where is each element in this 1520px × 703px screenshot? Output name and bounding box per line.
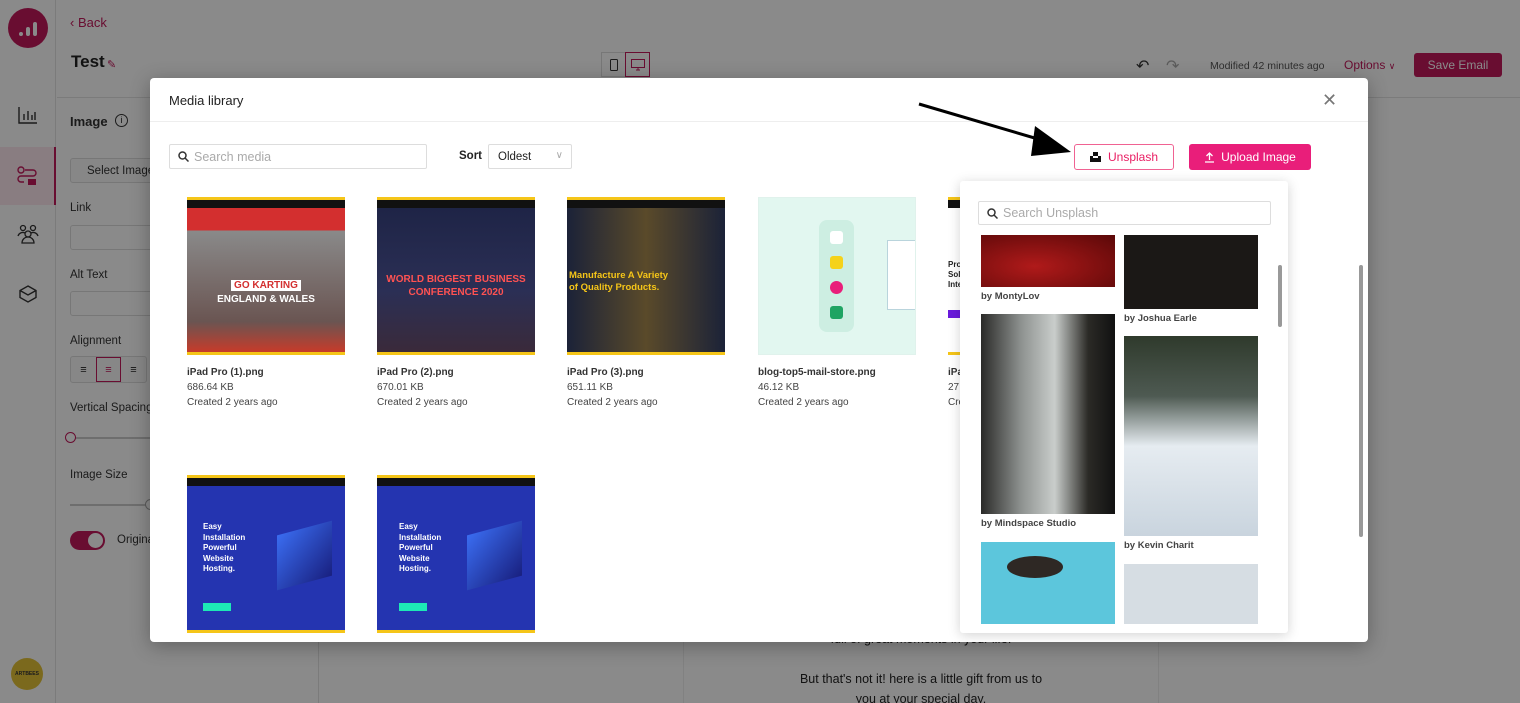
modal-divider bbox=[150, 121, 1368, 122]
sort-select[interactable]: Oldest ∨ bbox=[488, 144, 572, 169]
photo-author: by Kevin Charit bbox=[1124, 540, 1194, 551]
unsplash-photo[interactable]: by Joshua Earle bbox=[1124, 235, 1258, 324]
modal-title: Media library bbox=[169, 93, 244, 108]
thumb-text: CONFERENCE 2020 bbox=[408, 287, 504, 298]
thumb-text: Installation bbox=[399, 532, 442, 542]
photo-author: by MontyLov bbox=[981, 291, 1040, 302]
media-created: Created 2 years ago bbox=[758, 397, 849, 408]
photo-thumbnail[interactable] bbox=[1124, 564, 1258, 624]
media-size: 651.11 KB bbox=[567, 382, 613, 393]
unsplash-photo[interactable]: by MontyLov bbox=[981, 235, 1115, 302]
thumb-text: Manufacture A Variety bbox=[569, 270, 669, 281]
thumb-text: ENGLAND & WALES bbox=[217, 294, 315, 305]
close-icon[interactable]: ✕ bbox=[1322, 90, 1337, 111]
upload-label: Upload Image bbox=[1221, 150, 1296, 164]
media-name: iPad Pro (2).png bbox=[377, 367, 454, 378]
media-thumbnail[interactable]: Easy Installation Powerful Website Hosti… bbox=[187, 475, 345, 633]
thumb-text: Hosting. bbox=[399, 564, 431, 573]
media-size: 686.64 KB bbox=[187, 382, 234, 393]
thumb-text: Easy bbox=[203, 522, 222, 531]
photo-author: by Mindspace Studio bbox=[981, 518, 1077, 529]
media-size: 46.12 KB bbox=[758, 382, 800, 393]
media-name: iPad Pro (1).png bbox=[187, 367, 264, 378]
email-editor-app: ARTBEES ‹ Back Test ✎ ↶ ↷ Modified 42 mi… bbox=[0, 0, 1520, 703]
media-created: Created 2 years ago bbox=[567, 397, 658, 408]
media-card[interactable]: blog-top5-mail-store.png 46.12 KB Create… bbox=[758, 197, 918, 408]
media-created: Created 2 years ago bbox=[377, 397, 468, 408]
search-icon bbox=[987, 207, 998, 219]
photo-thumbnail[interactable] bbox=[981, 314, 1115, 514]
upload-image-button[interactable]: Upload Image bbox=[1189, 144, 1311, 170]
thumb-text: Website bbox=[203, 553, 234, 563]
unsplash-search[interactable] bbox=[978, 201, 1271, 225]
chevron-down-icon: ∨ bbox=[555, 150, 563, 161]
unsplash-photo[interactable] bbox=[1124, 564, 1258, 624]
annotation-arrow bbox=[918, 102, 1071, 156]
media-name: iPad Pro (3).png bbox=[567, 367, 644, 378]
thumb-text: Installation bbox=[203, 532, 246, 542]
media-thumbnail[interactable]: WORLD BIGGEST BUSINESS CONFERENCE 2020 bbox=[377, 197, 535, 355]
photo-author: by Joshua Earle bbox=[1124, 313, 1197, 324]
media-card[interactable]: Easy Installation Powerful Website Hosti… bbox=[377, 475, 537, 633]
unsplash-photo[interactable]: by Kevin Charit bbox=[1124, 336, 1258, 551]
media-thumbnail[interactable]: Easy Installation Powerful Website Hosti… bbox=[377, 475, 535, 633]
media-search-input[interactable] bbox=[194, 149, 414, 164]
unsplash-button[interactable]: Unsplash bbox=[1074, 144, 1174, 170]
media-thumbnail[interactable]: Manufacture A Variety of Quality Product… bbox=[567, 197, 725, 355]
unsplash-scrollbar[interactable] bbox=[1278, 265, 1282, 327]
media-search[interactable] bbox=[169, 144, 427, 169]
search-icon bbox=[178, 151, 189, 162]
thumb-text: Website bbox=[399, 553, 430, 563]
unsplash-label: Unsplash bbox=[1107, 150, 1159, 164]
unsplash-photo[interactable]: by Mindspace Studio bbox=[981, 314, 1115, 529]
media-card[interactable]: WORLD BIGGEST BUSINESS CONFERENCE 2020 i… bbox=[377, 197, 537, 408]
media-card[interactable]: Manufacture A Variety of Quality Product… bbox=[567, 197, 727, 408]
sort-label: Sort bbox=[459, 150, 482, 162]
unsplash-search-input[interactable] bbox=[1003, 206, 1253, 220]
photo-thumbnail[interactable] bbox=[1124, 235, 1258, 309]
media-size: 670.01 KB bbox=[377, 382, 424, 393]
photo-thumbnail[interactable] bbox=[981, 235, 1115, 287]
unsplash-photo[interactable] bbox=[981, 542, 1115, 624]
media-card[interactable]: GO KARTING ENGLAND & WALES iPad Pro (1).… bbox=[187, 197, 347, 408]
unsplash-popover: by MontyLov by Joshua Earle by Mindspace… bbox=[960, 181, 1288, 633]
sort-value: Oldest bbox=[498, 151, 532, 163]
thumb-text: Powerful bbox=[203, 543, 237, 552]
media-card[interactable]: Easy Installation Powerful Website Hosti… bbox=[187, 475, 347, 633]
media-name: blog-top5-mail-store.png bbox=[758, 367, 876, 378]
thumb-text: GO KARTING bbox=[231, 280, 301, 291]
thumb-text: WORLD BIGGEST BUSINESS bbox=[386, 274, 526, 285]
media-thumbnail[interactable] bbox=[758, 197, 916, 355]
media-scrollbar[interactable] bbox=[1359, 265, 1363, 537]
media-created: Created 2 years ago bbox=[187, 397, 278, 408]
photo-thumbnail[interactable] bbox=[981, 542, 1115, 624]
media-thumbnail[interactable]: GO KARTING ENGLAND & WALES bbox=[187, 197, 345, 355]
thumb-text: Hosting. bbox=[203, 564, 235, 573]
upload-icon bbox=[1205, 151, 1215, 163]
photo-thumbnail[interactable] bbox=[1124, 336, 1258, 536]
unsplash-icon bbox=[1089, 152, 1101, 162]
thumb-text: Easy bbox=[399, 522, 418, 531]
thumb-text: Powerful bbox=[399, 543, 433, 552]
thumb-text: of Quality Products. bbox=[569, 282, 660, 293]
